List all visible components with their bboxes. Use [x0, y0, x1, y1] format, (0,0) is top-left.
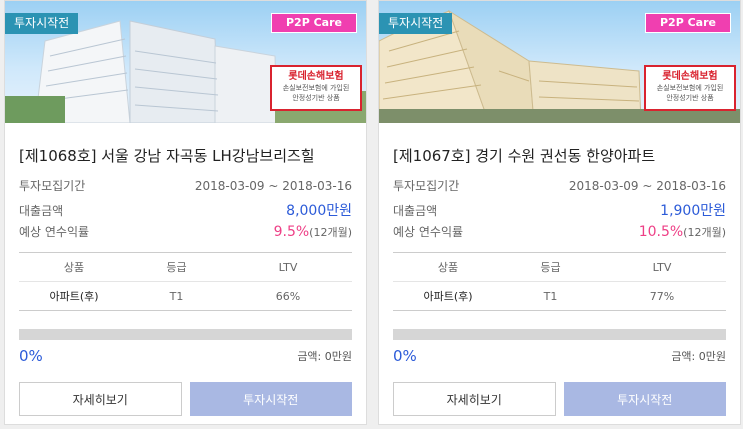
header-product: 상품	[63, 261, 85, 274]
period-label: 투자모집기간	[393, 179, 460, 193]
yield-row: 예상 연수익률 10.5%(12개월)	[393, 223, 726, 246]
insurance-title: 롯데손해보험	[288, 71, 344, 82]
period-value: 2018-03-09 ~ 2018-03-16	[568, 179, 726, 193]
invest-button[interactable]: 투자시작전	[563, 382, 726, 416]
table-header: 상품 등급 LTV	[393, 253, 726, 282]
header-product: 상품	[437, 261, 459, 274]
header-ltv: LTV	[278, 260, 298, 274]
insurance-line1: 손실보전보험에 가입된	[282, 84, 350, 92]
cell-ltv: 66%	[275, 289, 301, 303]
apartment-photo[interactable]: 투자시작전 P2P Care 롯데손해보험 손실보전보험에 가입된 안정성기반 …	[5, 1, 366, 123]
funded-amount: 금액: 0만원	[297, 350, 352, 363]
yield-value: 10.5%	[638, 224, 684, 240]
funded-amount: 금액: 0만원	[671, 350, 726, 363]
progress-info: 0% 금액: 0만원	[393, 344, 726, 368]
detail-button[interactable]: 자세히보기	[393, 382, 556, 416]
status-badge: 투자시작전	[5, 13, 79, 34]
header-ltv: LTV	[652, 260, 672, 274]
progress-percent: 0%	[393, 347, 417, 365]
loan-value: 1,900만원	[660, 203, 726, 219]
period-row: 투자모집기간 2018-03-09 ~ 2018-03-16	[19, 177, 352, 200]
cell-product: 아파트(후)	[423, 290, 473, 303]
funding-progress-bar	[393, 329, 726, 340]
yield-value: 9.5%	[273, 224, 310, 240]
yield-term: (12개월)	[309, 226, 352, 239]
yield-info: 9.5%(12개월)	[274, 224, 352, 240]
header-grade: 등급	[540, 261, 561, 274]
cell-ltv: 77%	[649, 289, 675, 303]
loan-row: 대출금액 1,900만원	[393, 200, 726, 223]
card-actions: 자세히보기 투자시작전	[19, 382, 352, 416]
p2p-care-badge: P2P Care	[645, 13, 731, 33]
product-card[interactable]: 투자시작전 P2P Care 롯데손해보험 손실보전보험에 가입된 안정성기반 …	[378, 0, 741, 425]
product-title[interactable]: [제1067호] 경기 수원 권선동 한양아파트	[379, 123, 740, 171]
insurance-title: 롯데손해보험	[662, 71, 718, 82]
table-row: 아파트(후) T1 66%	[19, 282, 352, 310]
table-row: 아파트(후) T1 77%	[393, 282, 726, 310]
p2p-care-badge: P2P Care	[271, 13, 357, 33]
cell-grade: T1	[169, 289, 184, 303]
product-info: 투자모집기간 2018-03-09 ~ 2018-03-16 대출금액 1,90…	[379, 177, 740, 246]
period-row: 투자모집기간 2018-03-09 ~ 2018-03-16	[393, 177, 726, 200]
invest-button[interactable]: 투자시작전	[189, 382, 352, 416]
status-badge: 투자시작전	[379, 13, 453, 34]
progress-info: 0% 금액: 0만원	[19, 344, 352, 368]
loan-row: 대출금액 8,000만원	[19, 200, 352, 223]
cell-product: 아파트(후)	[49, 290, 99, 303]
insurance-line1: 손실보전보험에 가입된	[656, 84, 724, 92]
yield-info: 10.5%(12개월)	[639, 224, 726, 240]
cell-grade: T1	[543, 289, 558, 303]
period-value: 2018-03-09 ~ 2018-03-16	[194, 179, 352, 193]
product-title[interactable]: [제1068호] 서울 강남 자곡동 LH강남브리즈힐	[5, 123, 366, 171]
product-card[interactable]: 투자시작전 P2P Care 롯데손해보험 손실보전보험에 가입된 안정성기반 …	[4, 0, 367, 425]
loan-label: 대출금액	[393, 204, 438, 218]
insurance-badge: 롯데손해보험 손실보전보험에 가입된 안정성기반 상품	[644, 65, 736, 111]
yield-label: 예상 연수익률	[19, 225, 90, 239]
yield-label: 예상 연수익률	[393, 225, 464, 239]
header-grade: 등급	[166, 261, 187, 274]
yield-term: (12개월)	[683, 226, 726, 239]
insurance-line2: 안정성기반 상품	[666, 94, 714, 102]
period-label: 투자모집기간	[19, 179, 86, 193]
insurance-line2: 안정성기반 상품	[292, 94, 340, 102]
insurance-badge: 롯데손해보험 손실보전보험에 가입된 안정성기반 상품	[270, 65, 362, 111]
progress-percent: 0%	[19, 347, 43, 365]
loan-label: 대출금액	[19, 204, 64, 218]
apartment-photo[interactable]: 투자시작전 P2P Care 롯데손해보험 손실보전보험에 가입된 안정성기반 …	[379, 1, 740, 123]
loan-value: 8,000만원	[286, 203, 352, 219]
detail-button[interactable]: 자세히보기	[19, 382, 182, 416]
yield-row: 예상 연수익률 9.5%(12개월)	[19, 223, 352, 246]
funding-progress-bar	[19, 329, 352, 340]
product-card-list: 투자시작전 P2P Care 롯데손해보험 손실보전보험에 가입된 안정성기반 …	[0, 0, 743, 429]
table-header: 상품 등급 LTV	[19, 253, 352, 282]
product-table: 상품 등급 LTV 아파트(후) T1 66%	[19, 252, 352, 311]
product-info: 투자모집기간 2018-03-09 ~ 2018-03-16 대출금액 8,00…	[5, 177, 366, 246]
product-table: 상품 등급 LTV 아파트(후) T1 77%	[393, 252, 726, 311]
card-actions: 자세히보기 투자시작전	[393, 382, 726, 416]
